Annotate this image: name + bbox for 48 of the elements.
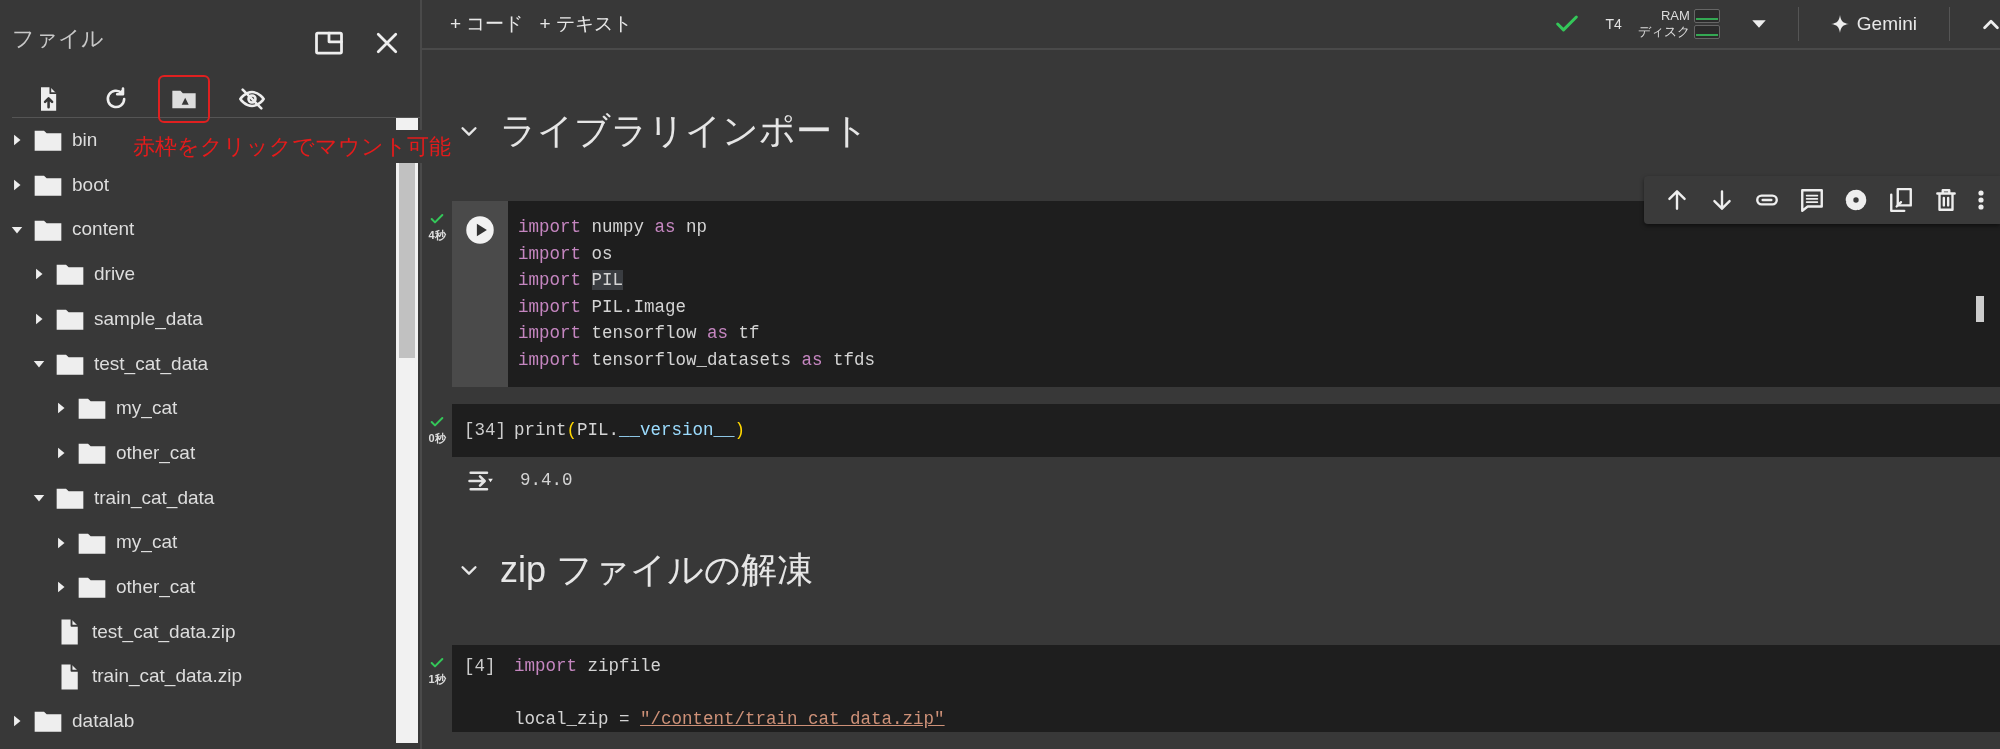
panel-title: ファイル xyxy=(12,25,104,53)
runtime-label: T4 xyxy=(1605,14,1622,34)
code-line: import PIL.Image xyxy=(518,295,688,319)
tree-item-label[interactable]: bin xyxy=(72,126,98,155)
comment-icon xyxy=(1798,187,1825,213)
section-heading: ライブラリインポート xyxy=(500,109,869,153)
tree-item-label[interactable]: my_cat xyxy=(116,528,178,557)
code-line: local_zip = "/content/train_cat_data.zip" xyxy=(514,707,945,731)
run-time: 0秒 xyxy=(428,431,446,446)
code-line: print(PIL.__version__) xyxy=(514,419,746,442)
execution-count: [34] xyxy=(463,419,507,442)
run-time: 4秒 xyxy=(428,228,446,243)
tree-item-label[interactable]: other_cat xyxy=(116,438,196,468)
tree-item-label[interactable]: test_cat_data xyxy=(94,349,209,379)
tree-item-label[interactable]: sample_data xyxy=(94,304,203,334)
output-text: 9.4.0 xyxy=(520,469,573,493)
resource-label: RAM xyxy=(1660,9,1690,23)
copy-icon xyxy=(1888,187,1915,213)
usage-graph-icon xyxy=(1693,9,1720,23)
code-line: import zipfile xyxy=(514,654,663,678)
tree-item-label[interactable]: content xyxy=(72,215,135,244)
section-heading: zip ファイルの解凍 xyxy=(500,547,814,592)
resource-label: ディスク xyxy=(1637,25,1690,39)
code-line: import PIL xyxy=(518,269,625,292)
tree-item-label[interactable]: train_cat_data.zip xyxy=(92,662,242,691)
code-line: import tensorflow as tf xyxy=(518,322,761,345)
code-line: import os xyxy=(518,242,614,266)
tree-item-label[interactable]: train_cat_data xyxy=(94,483,215,513)
tree-item-label[interactable]: other_cat xyxy=(116,572,196,602)
sparkle-icon xyxy=(1830,15,1849,33)
tree-item-label[interactable]: boot xyxy=(72,170,109,200)
scroll-marker xyxy=(1976,296,1984,322)
add-button[interactable]: + テキスト xyxy=(531,9,640,39)
tree-item-label[interactable]: drive xyxy=(94,260,136,289)
gemini-button[interactable]: Gemini xyxy=(1822,9,1925,39)
folder-button[interactable] xyxy=(158,74,210,123)
run-button[interactable] xyxy=(463,213,497,243)
execution-count: [4] xyxy=(463,654,497,678)
tree-item-label[interactable]: test_cat_data.zip xyxy=(92,617,236,647)
add-button[interactable]: + コード xyxy=(442,9,532,39)
tree-item-label[interactable]: my_cat xyxy=(116,394,178,423)
more-icon xyxy=(1977,189,1984,211)
code-line: import tensorflow_datasets as tfds xyxy=(518,348,876,372)
tree-item-label[interactable]: datalab xyxy=(72,707,135,736)
code-line: import numpy as np xyxy=(518,216,709,239)
usage-graph-icon xyxy=(1693,25,1720,39)
run-time: 1秒 xyxy=(428,671,446,687)
annotation-text: 赤枠をクリックでマウント可能 xyxy=(133,130,451,163)
